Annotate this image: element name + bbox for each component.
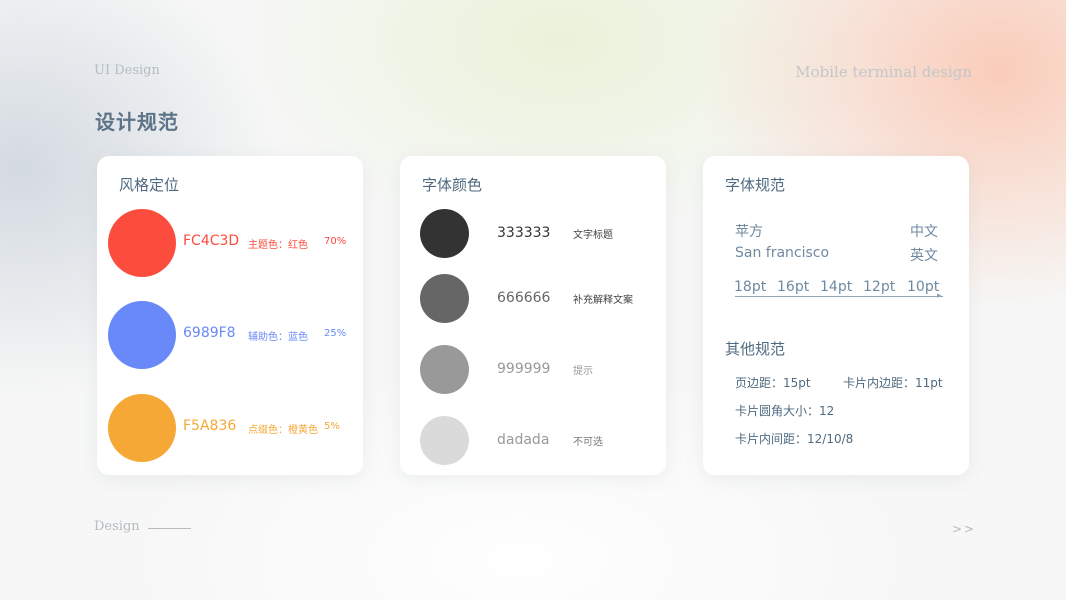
color-swatch — [420, 274, 469, 323]
font-size-label: 10pt — [907, 279, 940, 295]
swatch-row-primary: FC4C3D 主题色：红色 70% — [97, 209, 363, 277]
footer-design-label: Design — [94, 519, 140, 534]
accent-color-swatch — [108, 394, 176, 462]
font-color-row: dadada 不可选 — [400, 416, 666, 466]
font-usage: 不可选 — [573, 437, 603, 448]
swatch-role: 主题色：红色 — [248, 240, 308, 251]
next-page-icon[interactable]: >> — [952, 522, 976, 536]
secondary-color-swatch — [108, 301, 176, 369]
color-swatch — [420, 209, 469, 258]
swatch-percent: 5% — [324, 421, 340, 432]
color-swatch — [420, 416, 469, 465]
ui-design-label: UI Design — [94, 63, 160, 78]
typography-card-title: 字体规范 — [725, 176, 786, 194]
size-scale-line — [735, 296, 943, 297]
font-usage: 补充解释文案 — [573, 295, 633, 306]
other-specs-title: 其他规范 — [725, 340, 786, 358]
typography-card: 字体规范 苹方 中文 San francisco 英文 18pt 16pt 14… — [703, 156, 969, 475]
font-color-card-title: 字体颜色 — [422, 176, 483, 194]
font-size-label: 16pt — [777, 279, 810, 295]
font-hex: 333333 — [497, 225, 551, 241]
font-usage: 提示 — [573, 366, 593, 377]
font-color-row: 999999 提示 — [400, 345, 666, 395]
card-radius-spec: 卡片圆角大小：12 — [735, 404, 835, 418]
footer-divider — [148, 528, 191, 529]
card-padding-spec: 卡片内边距：11pt — [843, 376, 943, 390]
chinese-font-label: 中文 — [910, 224, 938, 240]
chinese-font-name: 苹方 — [735, 224, 763, 240]
font-color-card: 字体颜色 333333 文字标题 666666 补充解释文案 999999 提示… — [400, 156, 666, 475]
card-spacing-spec: 卡片内间距：12/10/8 — [735, 432, 854, 446]
mobile-terminal-label: Mobile terminal design — [795, 63, 972, 81]
font-color-row: 333333 文字标题 — [400, 209, 666, 259]
primary-color-swatch — [108, 209, 176, 277]
page-margin-spec: 页边距：15pt — [735, 376, 811, 390]
font-hex: dadada — [497, 432, 550, 448]
style-positioning-card: 风格定位 FC4C3D 主题色：红色 70% 6989F8 辅助色：蓝色 25%… — [97, 156, 363, 475]
swatch-role: 辅助色：蓝色 — [248, 332, 308, 343]
color-swatch — [420, 345, 469, 394]
font-usage: 文字标题 — [573, 230, 613, 241]
swatch-percent: 70% — [324, 236, 347, 247]
swatch-role: 点缀色：橙黄色 — [248, 425, 318, 436]
english-font-label: 英文 — [910, 248, 938, 264]
font-size-label: 14pt — [820, 279, 853, 295]
arrow-right-icon: ▸ — [937, 291, 942, 301]
font-size-label: 12pt — [863, 279, 896, 295]
swatch-percent: 25% — [324, 328, 347, 339]
font-size-label: 18pt — [734, 279, 767, 295]
font-hex: 666666 — [497, 290, 551, 306]
english-font-name: San francisco — [735, 245, 830, 261]
font-color-row: 666666 补充解释文案 — [400, 274, 666, 324]
swatch-row-secondary: 6989F8 辅助色：蓝色 25% — [97, 301, 363, 369]
page-title: 设计规范 — [95, 110, 179, 134]
font-hex: 999999 — [497, 361, 551, 377]
style-card-title: 风格定位 — [119, 176, 180, 194]
swatch-hex: F5A836 — [183, 418, 237, 434]
swatch-row-accent: F5A836 点缀色：橙黄色 5% — [97, 394, 363, 462]
swatch-hex: 6989F8 — [183, 325, 236, 341]
swatch-hex: FC4C3D — [183, 233, 240, 249]
